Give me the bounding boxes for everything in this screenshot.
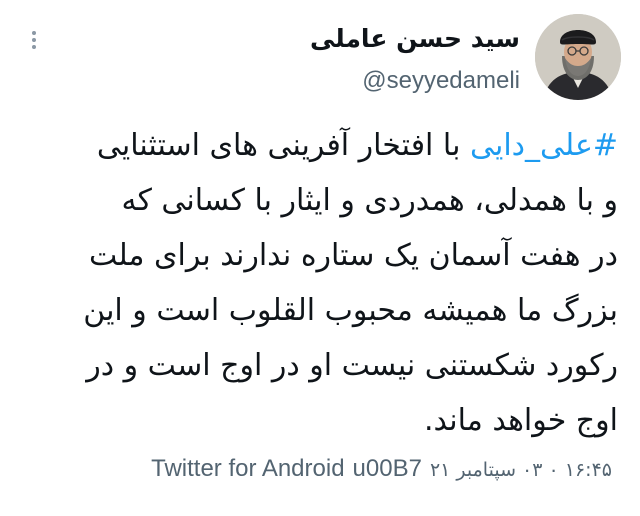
tweet-timestamp[interactable]: ۱۶:۴۵ ۰ ۰۳ سپتامبر ۲۱ xyxy=(430,459,612,481)
more-options-icon[interactable] xyxy=(22,28,46,52)
hashtag-link[interactable]: #علی_دایی xyxy=(470,128,618,163)
avatar[interactable] xyxy=(535,14,621,100)
tweet-line-2: و با همدلی، همدردی و ایثار با کسانی که xyxy=(121,183,619,218)
tweet-line-5: رکورد شکستنی نیست او در اوج است و در xyxy=(86,348,618,383)
more-dot xyxy=(32,31,36,35)
more-dot xyxy=(32,38,36,42)
tweet-line-6: اوج خواهد ماند. xyxy=(423,403,618,438)
tweet-body: #علی_دایی با افتخار آفرینی های استثنایی … xyxy=(18,118,618,448)
tweet-line-1-text: با افتخار آفرینی های استثنایی xyxy=(96,128,470,163)
tweet-line-3: در هفت آسمان یک ستاره ندارند برای ملت xyxy=(89,238,618,273)
tweet-card: سید حسن عاملی @seyyedameli #علی_دایی با … xyxy=(0,0,640,516)
meta-separator: u00B7 xyxy=(352,455,422,482)
more-dot xyxy=(32,45,36,49)
avatar-image xyxy=(535,14,621,100)
tweet-meta: Twitter for Android u00B7 ۱۶:۴۵ ۰ ۰۳ سپت… xyxy=(151,455,612,483)
tweet-line-1: #علی_دایی با افتخار آفرینی های استثنایی xyxy=(18,118,618,173)
tweet-source[interactable]: Twitter for Android xyxy=(151,455,344,483)
user-handle[interactable]: @seyyedameli xyxy=(362,66,520,96)
tweet-line-4: بزرگ ما همیشه محبوب القلوب است و این xyxy=(83,293,618,328)
user-display-name[interactable]: سید حسن عاملی xyxy=(310,22,520,56)
